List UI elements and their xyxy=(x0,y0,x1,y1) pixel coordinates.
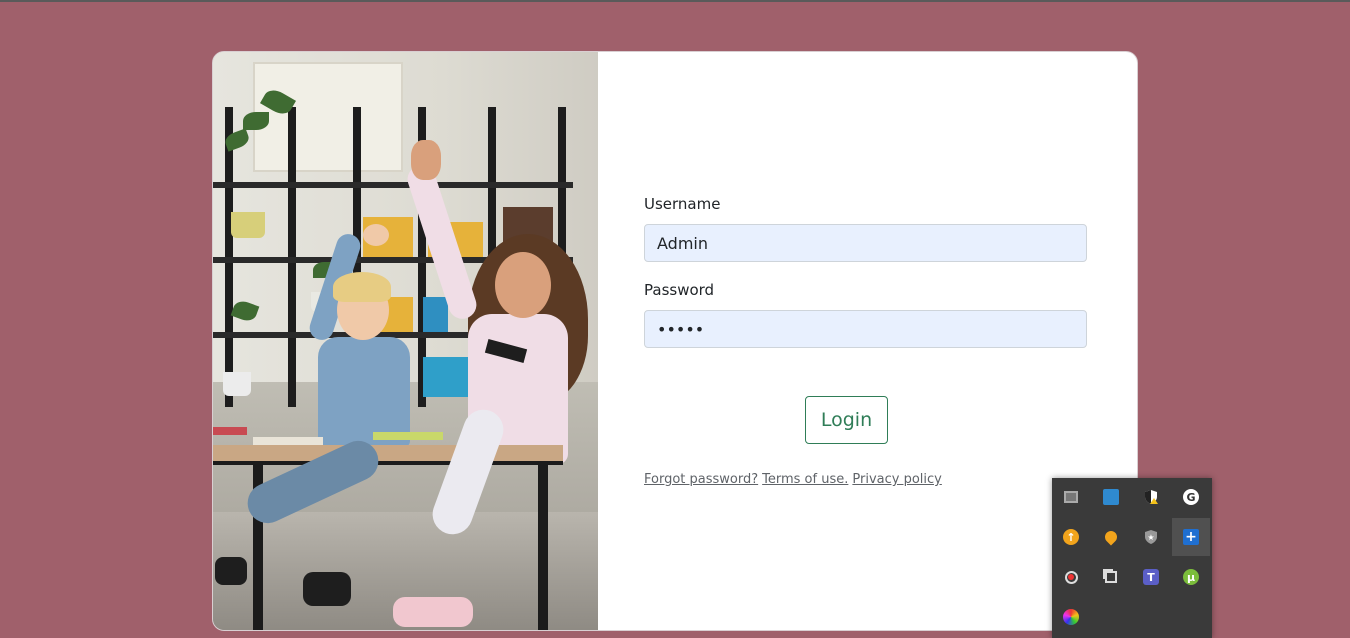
footer-links: Forgot password? Terms of use. Privacy pol… xyxy=(644,472,946,487)
system-tray-overflow: G ↑ ★ + T µ xyxy=(1052,478,1212,638)
username-input[interactable] xyxy=(644,224,1087,262)
copy-icon[interactable] xyxy=(1092,558,1130,596)
terms-of-use-link[interactable]: Terms of use. xyxy=(762,472,848,487)
security-shield-icon[interactable] xyxy=(1132,478,1170,516)
username-label: Username xyxy=(644,195,721,213)
forgot-password-link[interactable]: Forgot password? xyxy=(644,472,758,487)
sync-icon[interactable] xyxy=(1052,558,1090,596)
torrent-icon[interactable]: µ xyxy=(1172,558,1210,596)
grammarly-icon[interactable]: G xyxy=(1172,478,1210,516)
color-wheel-icon[interactable] xyxy=(1052,598,1090,636)
login-card: Username Password Login Forgot password?… xyxy=(212,51,1138,631)
privacy-policy-link[interactable]: Privacy policy xyxy=(852,472,941,487)
svg-text:★: ★ xyxy=(1147,533,1154,542)
drop-icon[interactable] xyxy=(1092,518,1130,556)
upload-icon[interactable]: ↑ xyxy=(1052,518,1090,556)
teams-icon[interactable]: T xyxy=(1132,558,1170,596)
plus-icon[interactable]: + xyxy=(1172,518,1210,556)
monitor-icon[interactable] xyxy=(1052,478,1090,516)
password-input[interactable] xyxy=(644,310,1087,348)
password-label: Password xyxy=(644,281,715,299)
network-app-icon[interactable] xyxy=(1092,478,1130,516)
classroom-photo xyxy=(213,52,598,630)
login-button[interactable]: Login xyxy=(805,396,888,444)
shield-star-icon[interactable]: ★ xyxy=(1132,518,1170,556)
window-top-border xyxy=(0,0,1350,2)
